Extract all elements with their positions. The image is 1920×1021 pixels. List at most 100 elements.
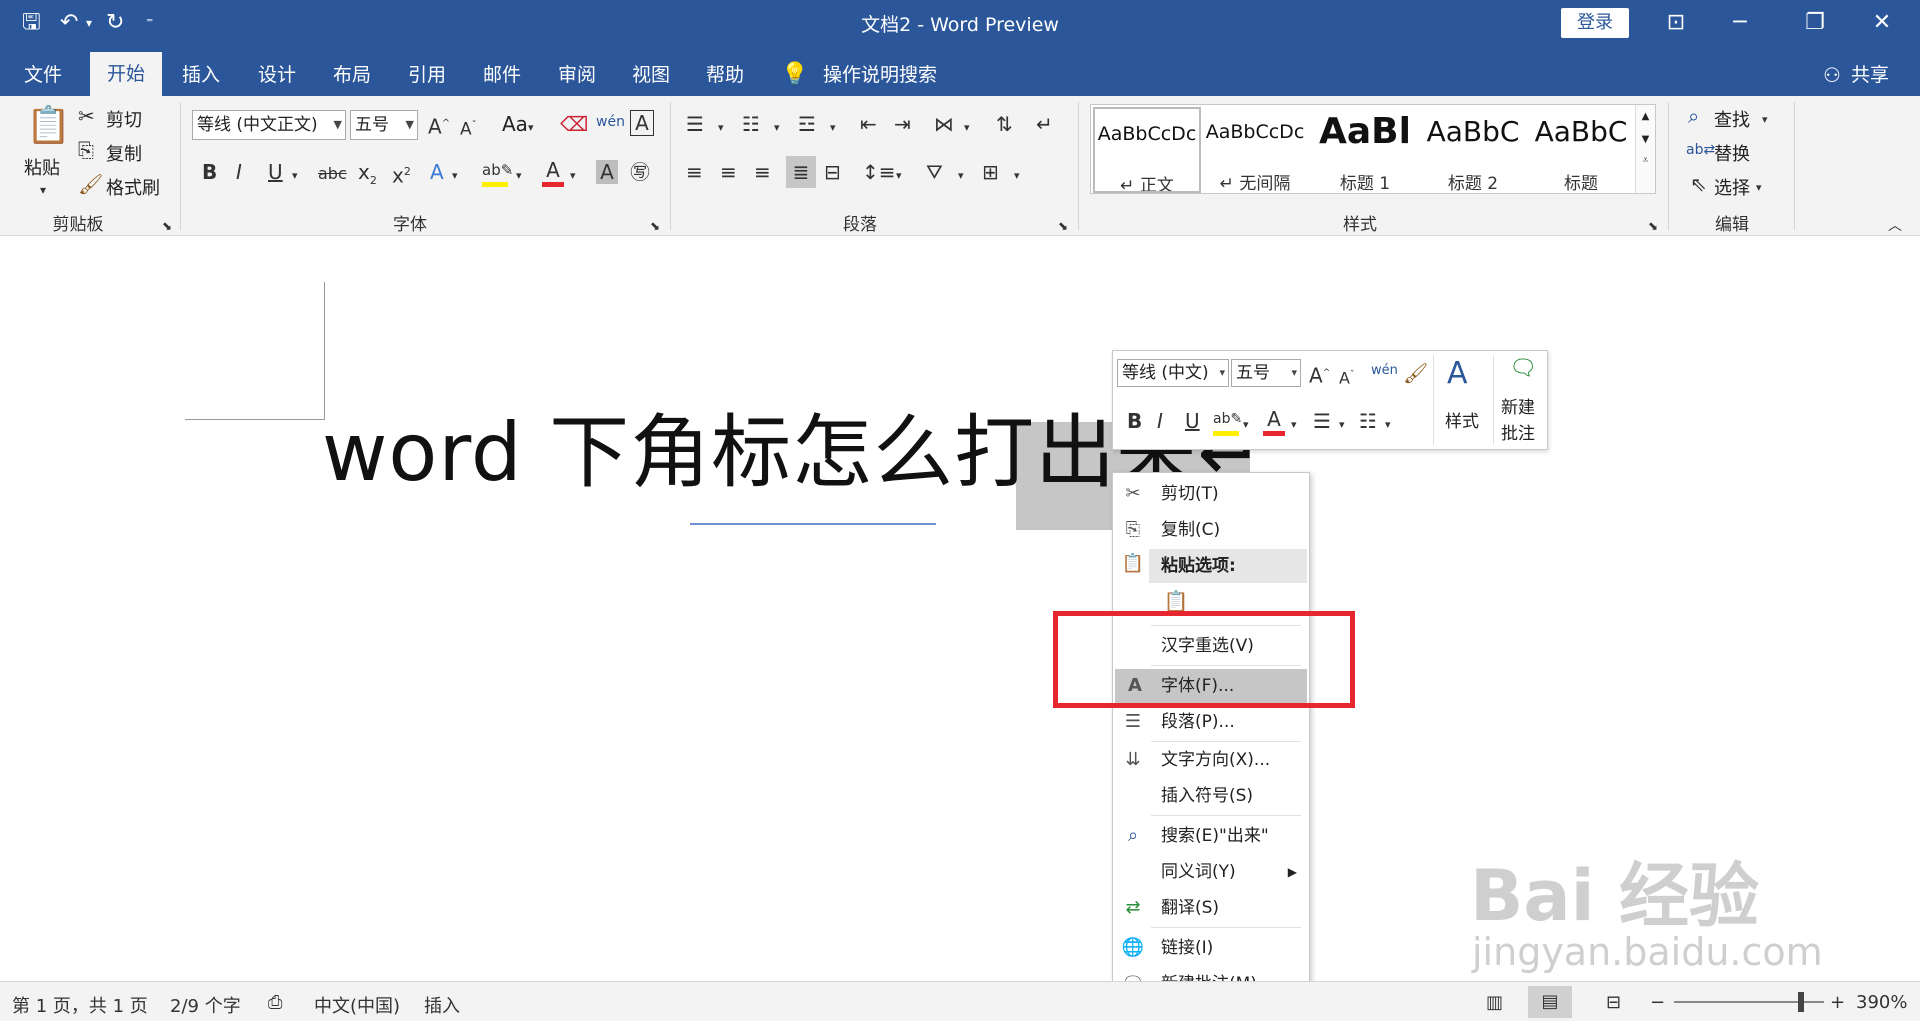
tab-file[interactable]: 文件: [12, 56, 74, 96]
close-icon[interactable]: ✕: [1862, 8, 1902, 38]
page-count[interactable]: 第 1 页，共 1 页: [12, 992, 148, 1018]
word-count[interactable]: 2/9 个字: [170, 992, 241, 1018]
grow-font-icon[interactable]: A^: [428, 112, 450, 139]
tab-home[interactable]: 开始: [90, 52, 162, 96]
character-border-icon[interactable]: A: [630, 110, 654, 136]
mini-styles-button[interactable]: 样式: [1445, 407, 1479, 432]
web-layout-icon[interactable]: ⊟: [1606, 992, 1621, 1013]
chevron-down-icon[interactable]: ▾: [292, 164, 298, 188]
font-color-icon[interactable]: A: [1263, 407, 1285, 436]
read-mode-icon[interactable]: ▥: [1486, 992, 1503, 1013]
chevron-down-icon[interactable]: ▾: [1756, 176, 1762, 200]
tab-insert[interactable]: 插入: [170, 56, 232, 96]
paste-button[interactable]: 粘贴: [24, 154, 60, 180]
highlight-color-icon[interactable]: ab✎: [1213, 407, 1242, 436]
menu-item-search[interactable]: ⌕ 搜索(E)"出来": [1113, 819, 1309, 853]
subscript-icon[interactable]: x2: [358, 160, 377, 193]
bullets-icon[interactable]: ☰: [1313, 409, 1331, 433]
zoom-level[interactable]: 390%: [1856, 992, 1907, 1013]
tab-layout[interactable]: 布局: [321, 56, 383, 96]
minimize-icon[interactable]: ─: [1720, 8, 1760, 38]
chevron-down-icon[interactable]: ▾: [774, 116, 780, 140]
language[interactable]: 中文(中国): [314, 992, 400, 1018]
chevron-up-icon[interactable]: ▲: [1636, 111, 1655, 122]
bold-icon[interactable]: B: [202, 160, 217, 184]
justify-icon[interactable]: ≣: [786, 156, 816, 188]
multilevel-list-icon[interactable]: ☲: [798, 112, 816, 136]
style-heading-2[interactable]: AaBbC 标题 2: [1419, 107, 1527, 193]
copy-button[interactable]: 复制: [106, 140, 142, 166]
shrink-font-icon[interactable]: Aˇ: [1339, 363, 1354, 390]
mini-new-comment-line1[interactable]: 新建: [1501, 393, 1535, 418]
increase-indent-icon[interactable]: ⇥: [894, 112, 911, 136]
format-painter-button[interactable]: 格式刷: [106, 174, 160, 200]
align-center-icon[interactable]: ≡: [720, 160, 737, 184]
styles-launcher-icon[interactable]: ⬊: [1648, 214, 1658, 238]
more-icon[interactable]: ⩡: [1636, 155, 1655, 166]
tab-mailings[interactable]: 邮件: [471, 56, 533, 96]
font-size-combo[interactable]: 五号 ▼: [350, 110, 418, 140]
chevron-down-icon[interactable]: ▾: [896, 164, 902, 188]
zoom-out-icon[interactable]: −: [1650, 992, 1665, 1013]
find-button[interactable]: 查找: [1714, 106, 1750, 132]
strikethrough-icon[interactable]: abc: [318, 162, 347, 186]
font-name-combo[interactable]: 等线 (中文正文) ▼: [192, 110, 346, 140]
chevron-down-icon[interactable]: ▾: [1243, 413, 1249, 437]
replace-button[interactable]: 替换: [1714, 140, 1750, 166]
chevron-down-icon[interactable]: ▾: [1014, 164, 1020, 188]
distributed-icon[interactable]: ⊟: [824, 160, 841, 184]
chevron-down-icon[interactable]: ▾: [964, 116, 970, 140]
chevron-down-icon[interactable]: ▾: [1385, 413, 1391, 437]
chevron-down-icon[interactable]: ▾: [570, 164, 576, 188]
decrease-indent-icon[interactable]: ⇤: [860, 112, 877, 136]
proofing-icon[interactable]: ⎙: [268, 992, 282, 1013]
font-launcher-icon[interactable]: ⬊: [650, 214, 660, 238]
italic-icon[interactable]: I: [236, 160, 242, 184]
chevron-down-icon[interactable]: ▾: [1339, 413, 1345, 437]
ribbon-display-icon[interactable]: ⊡: [1656, 8, 1696, 38]
insert-mode[interactable]: 插入: [424, 992, 460, 1018]
zoom-in-icon[interactable]: +: [1830, 992, 1845, 1013]
highlight-color-icon[interactable]: ab✎: [482, 158, 513, 187]
menu-item-synonyms[interactable]: 同义词(Y) ▶: [1113, 855, 1309, 889]
menu-item-copy[interactable]: ⎘ 复制(C): [1113, 513, 1309, 547]
paste-dropdown-icon[interactable]: ▾: [40, 178, 46, 202]
style-title[interactable]: AaBbC 标题: [1527, 107, 1635, 193]
collapse-ribbon-icon[interactable]: ︿: [1888, 214, 1902, 238]
tell-me-search[interactable]: 操作说明搜索: [820, 56, 940, 96]
numbering-icon[interactable]: ☷: [1359, 409, 1377, 433]
tab-design[interactable]: 设计: [246, 56, 308, 96]
bullets-icon[interactable]: ☰: [686, 112, 704, 136]
grow-font-icon[interactable]: A^: [1309, 361, 1330, 388]
borders-icon[interactable]: ⊞: [982, 160, 999, 184]
print-layout-icon[interactable]: ▤: [1528, 986, 1572, 1018]
chevron-down-icon[interactable]: ▾: [1291, 413, 1297, 437]
menu-item-paragraph[interactable]: ☰ 段落(P)...: [1113, 705, 1309, 739]
style-normal[interactable]: AaBbCcDc ↵ 正文: [1093, 107, 1201, 193]
format-painter-icon[interactable]: 🖌: [1403, 361, 1428, 385]
tab-references[interactable]: 引用: [396, 56, 458, 96]
line-spacing-icon[interactable]: ↕≡: [862, 160, 896, 184]
menu-item-text-direction[interactable]: ⇊ 文字方向(X)...: [1113, 743, 1309, 777]
character-shading-icon[interactable]: A: [596, 160, 618, 184]
text-effects-icon[interactable]: A: [430, 160, 444, 184]
new-comment-icon[interactable]: 🗨: [1509, 357, 1537, 381]
styles-icon[interactable]: A: [1447, 357, 1468, 391]
chevron-down-icon[interactable]: ▾: [452, 164, 458, 188]
underline-icon[interactable]: U: [268, 160, 283, 184]
clipboard-launcher-icon[interactable]: ⬊: [162, 214, 172, 238]
tab-help[interactable]: 帮助: [694, 56, 756, 96]
style-heading-1[interactable]: AaBl 标题 1: [1311, 107, 1419, 193]
menu-item-link[interactable]: 🌐 链接(I): [1113, 931, 1309, 965]
menu-item-cut[interactable]: ✂ 剪切(T): [1113, 477, 1309, 511]
mini-size-combo[interactable]: 五号 ▾: [1231, 359, 1301, 387]
change-case-button[interactable]: Aa: [502, 112, 528, 136]
share-button[interactable]: 共享: [1848, 56, 1892, 96]
menu-item-insert-symbol[interactable]: 插入符号(S): [1113, 779, 1309, 813]
underline-icon[interactable]: U: [1185, 409, 1200, 433]
login-button[interactable]: 登录: [1561, 8, 1629, 38]
restore-icon[interactable]: ❐: [1795, 8, 1835, 38]
phonetic-guide-icon[interactable]: wén: [1371, 359, 1398, 383]
chevron-down-icon[interactable]: ▾: [528, 116, 534, 140]
chevron-down-icon[interactable]: ▾: [958, 164, 964, 188]
